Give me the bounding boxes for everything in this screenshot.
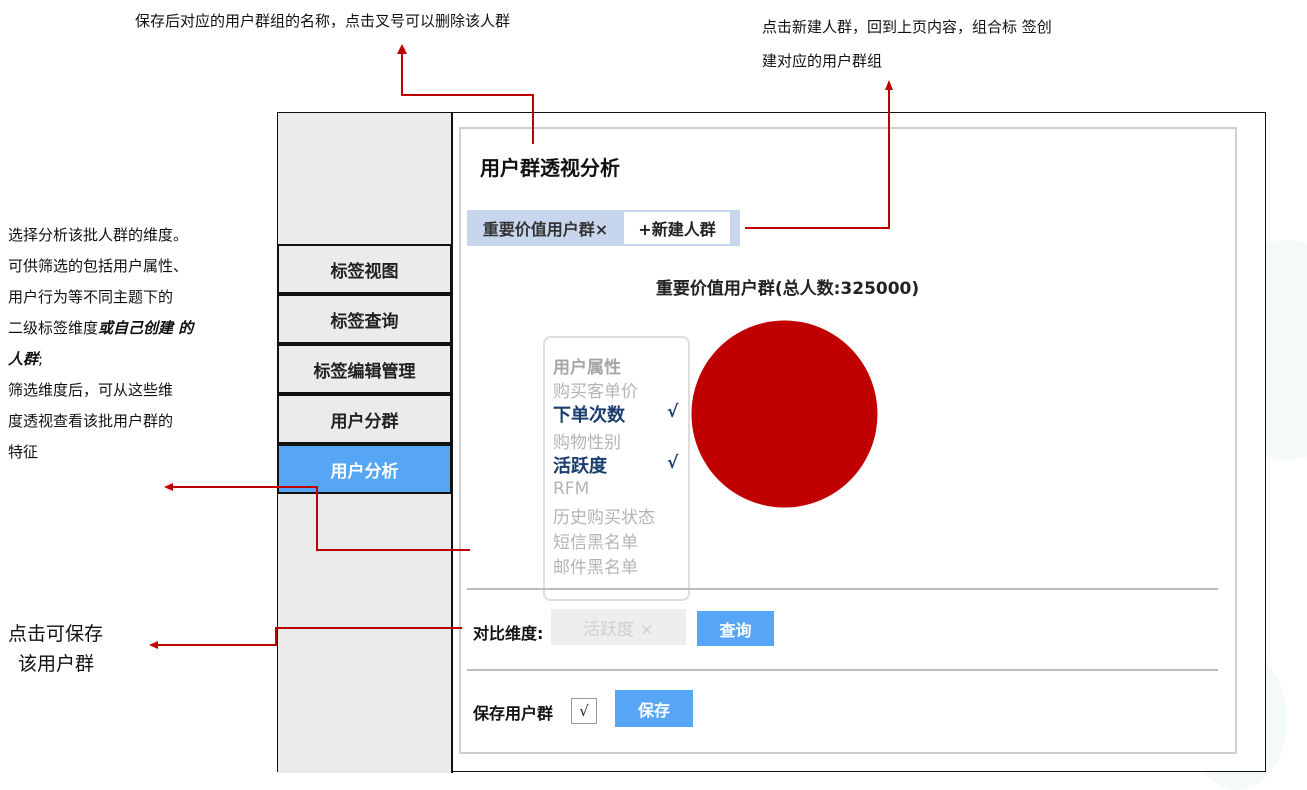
arrow-to-left-note [172, 486, 470, 551]
arrowhead [164, 483, 173, 491]
arrow-to-top-right-note [745, 88, 890, 229]
arrow-to-save-note [156, 627, 462, 646]
arrowhead [149, 641, 158, 649]
arrow-to-top-left-note [401, 52, 534, 144]
annotation-arrows [149, 44, 893, 649]
arrowhead [397, 44, 407, 54]
arrowhead [885, 80, 893, 90]
